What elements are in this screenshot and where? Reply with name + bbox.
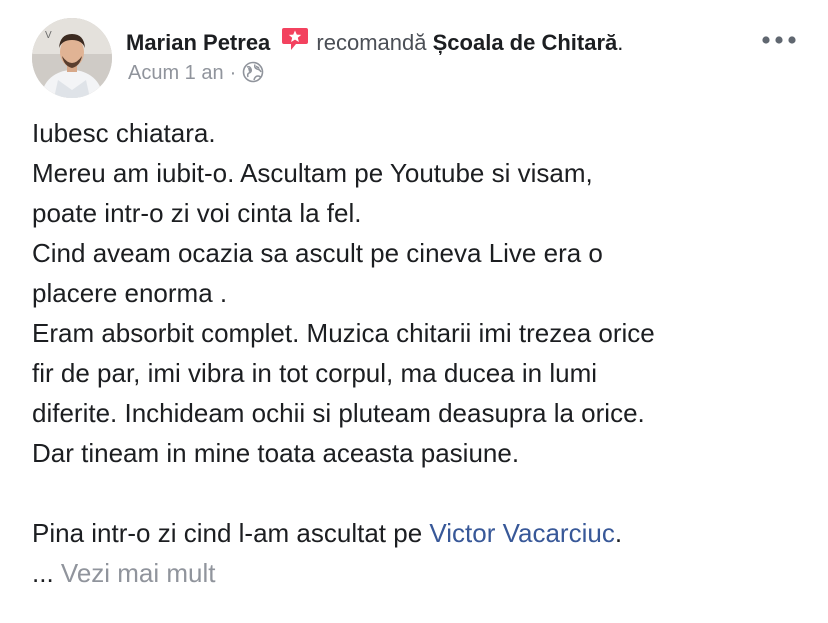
globe-icon[interactable]	[242, 61, 264, 83]
post-text-line: diferite. Inchideam ochii si pluteam dea…	[32, 398, 645, 428]
author-name[interactable]: Marian Petrea	[126, 30, 270, 55]
recommendation-badge-icon	[280, 26, 310, 52]
post-text-line: Dar tineam in mine toata aceasta pasiune…	[32, 438, 520, 468]
post-text-line: Mereu am iubit-o. Ascultam pe Youtube si…	[32, 158, 593, 188]
mention-suffix-text: .	[614, 518, 623, 548]
meta-separator: ·	[229, 62, 237, 84]
post-text: Iubesc chiatara. Mereu am iubit-o. Ascul…	[32, 113, 802, 593]
post-text-line: Iubesc chiatara.	[32, 118, 216, 148]
post-header: Marian Petrea recomandă Școala de Chitar…	[126, 26, 623, 57]
see-more-row: ... Vezi mai mult	[32, 553, 802, 593]
post-meta: Acum 1 an ·	[128, 60, 264, 86]
page-name-link[interactable]: Școala de Chitară	[433, 30, 618, 55]
post-text-line: Eram absorbit complet. Muzica chitarii i…	[32, 318, 655, 348]
see-more-link[interactable]: Vezi mai mult	[61, 558, 216, 588]
recommend-action-text: recomandă	[316, 30, 427, 55]
post-text-line: poate intr-o zi voi cinta la fel.	[32, 198, 362, 228]
post-text-line: placere enorma .	[32, 278, 228, 308]
author-avatar[interactable]: V	[32, 18, 112, 98]
mention-prefix-text: Pina intr-o zi cind l-am ascultat pe	[32, 518, 430, 548]
post-text-line-with-mention: Pina intr-o zi cind l-am ascultat pe Vic…	[32, 513, 802, 553]
svg-text:V: V	[45, 30, 52, 41]
mention-link[interactable]: Victor Vacarciuc	[429, 518, 614, 548]
ellipsis: ...	[32, 558, 54, 588]
feed-post: V Marian Petrea recomandă Școala de Chit…	[0, 0, 828, 623]
post-timestamp[interactable]: Acum 1 an	[128, 62, 224, 84]
header-period: .	[617, 30, 624, 55]
post-text-line: Cind aveam ocazia sa ascult pe cineva Li…	[32, 238, 603, 268]
avatar-image: V	[32, 18, 112, 98]
post-text-line: fir de par, imi vibra in tot corpul, ma …	[32, 358, 598, 388]
paragraph-break	[32, 473, 802, 513]
more-options-icon[interactable]	[760, 32, 798, 48]
